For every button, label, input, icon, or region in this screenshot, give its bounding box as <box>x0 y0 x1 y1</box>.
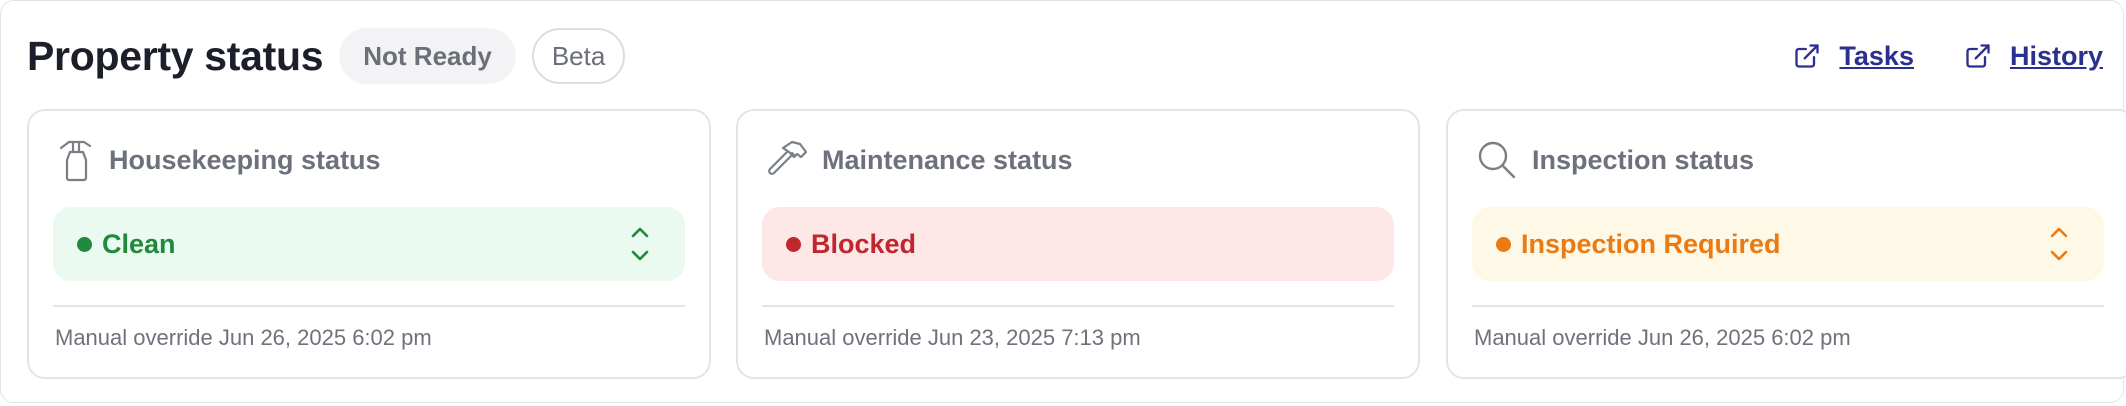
inspection-card-header: Inspection status <box>1476 137 1754 183</box>
magnifier-icon <box>1478 141 1516 179</box>
hammer-icon <box>768 140 808 175</box>
maintenance-status-value: Blocked <box>811 228 917 259</box>
maintenance-card-title: Maintenance status <box>822 144 1073 175</box>
status-dot <box>77 236 92 252</box>
housekeeping-override-note: Manual override Jun 26, 2025 6:02 pm <box>55 325 432 350</box>
status-dot <box>1496 236 1511 252</box>
inspection-override-note: Manual override Jun 26, 2025 6:02 pm <box>1474 325 1851 350</box>
tasks-link[interactable]: Tasks <box>1793 41 1914 72</box>
maintenance-card: Maintenance status Blocked Manual overri… <box>736 109 1420 379</box>
inspection-status-value: Inspection Required <box>1521 228 1781 259</box>
history-link[interactable]: History <box>1964 41 2103 72</box>
card-divider <box>762 305 1394 307</box>
housekeeping-status-select[interactable]: Clean <box>53 207 685 281</box>
inspection-card: Inspection status Inspection Required Ma… <box>1446 109 2126 379</box>
history-link-label: History <box>2009 40 2103 71</box>
property-status-panel: Property status Not Ready Beta Tasks His… <box>0 0 2126 403</box>
inspection-card-title: Inspection status <box>1532 144 1755 175</box>
header-links: Tasks History <box>1793 26 2103 86</box>
tasks-link-label: Tasks <box>1839 40 1914 71</box>
chevron-up-down-icon <box>631 227 649 261</box>
chevron-up-down-icon <box>2050 227 2068 261</box>
housekeeping-card-title: Housekeeping status <box>109 144 381 175</box>
maintenance-card-header: Maintenance status <box>766 137 1073 183</box>
inspection-status-select[interactable]: Inspection Required <box>1472 207 2104 281</box>
card-divider <box>1472 305 2104 307</box>
spray-bottle-icon <box>59 140 92 182</box>
panel-header: Property status Not Ready Beta Tasks His… <box>27 26 2113 86</box>
housekeeping-status-value: Clean <box>102 228 176 259</box>
beta-badge: Beta <box>531 28 626 84</box>
external-link-icon <box>1966 44 1990 68</box>
page-title: Property status <box>27 32 324 79</box>
housekeeping-card-header: Housekeeping status <box>57 137 381 183</box>
external-link-icon <box>1795 44 1820 68</box>
housekeeping-card: Housekeeping status Clean Manual overrid… <box>27 109 711 379</box>
readiness-badge: Not Ready <box>339 28 516 84</box>
status-dot <box>786 236 801 252</box>
maintenance-status-display: Blocked <box>762 207 1394 281</box>
card-divider <box>53 305 685 307</box>
maintenance-override-note: Manual override Jun 23, 2025 7:13 pm <box>764 325 1141 350</box>
